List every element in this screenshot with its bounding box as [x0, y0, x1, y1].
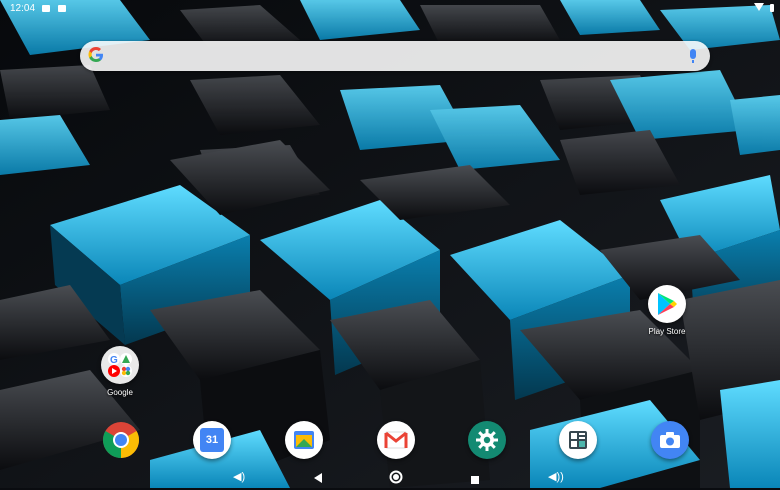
microphone-icon[interactable] — [690, 49, 696, 63]
image-notification-icon — [58, 5, 66, 12]
notification-icon — [42, 5, 50, 12]
calendar-icon[interactable]: 31 — [193, 421, 231, 459]
calculator-icon[interactable] — [559, 421, 597, 459]
recents-icon[interactable] — [470, 472, 480, 490]
app-folder-google[interactable]: G Google — [101, 346, 139, 397]
camera-icon[interactable] — [651, 421, 689, 459]
clock: 12:04 — [10, 3, 36, 14]
wallpaper — [0, 0, 780, 488]
volume-down-icon[interactable]: ◀) — [233, 470, 245, 483]
play-store-icon[interactable] — [648, 285, 686, 323]
dock-calculator[interactable] — [559, 421, 597, 459]
dock-chrome[interactable] — [102, 421, 140, 459]
battery-icon — [770, 4, 774, 12]
navigation-bar: ◀) ◀)) — [0, 466, 780, 488]
dock-settings[interactable] — [468, 421, 506, 459]
dock-gmail[interactable] — [377, 421, 415, 459]
app-play-store[interactable]: Play Store — [648, 285, 686, 336]
wifi-icon — [754, 3, 764, 11]
gmail-icon[interactable] — [377, 421, 415, 459]
dock-calendar[interactable]: 31 — [193, 421, 231, 459]
settings-icon[interactable] — [468, 421, 506, 459]
home-icon[interactable] — [389, 470, 403, 489]
chrome-icon[interactable] — [102, 421, 140, 459]
calendar-day: 31 — [200, 428, 224, 452]
folder-label: Google — [107, 388, 133, 397]
app-label: Play Store — [648, 327, 686, 336]
status-bar: 12:04 — [0, 0, 780, 18]
google-search-bar[interactable] — [80, 41, 710, 71]
google-logo-icon — [88, 47, 104, 68]
dock-files[interactable] — [285, 421, 323, 459]
dock-camera[interactable] — [651, 421, 689, 459]
folder-icon[interactable]: G — [101, 346, 139, 384]
volume-up-icon[interactable]: ◀)) — [548, 470, 564, 483]
files-icon[interactable] — [285, 421, 323, 459]
svg-text:G: G — [110, 355, 118, 366]
back-icon[interactable] — [313, 471, 323, 489]
